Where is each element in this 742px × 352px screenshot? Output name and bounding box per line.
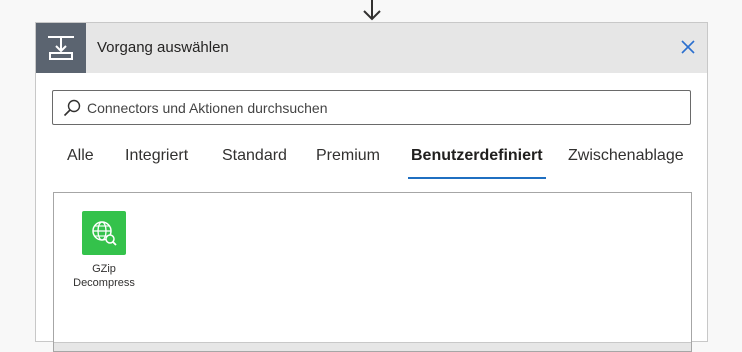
connector-label-line1: GZip [92,263,116,275]
arrow-down-icon [363,0,381,21]
search-icon [63,99,81,117]
tab-premium[interactable]: Premium [316,135,380,179]
connector-list: GZip Decompress [53,192,692,352]
page-title: Vorgang auswählen [97,39,229,56]
connector-tile [82,211,126,255]
search-box[interactable] [52,90,691,125]
operation-icon [36,23,86,73]
search-input[interactable] [87,91,677,124]
choose-operation-card: Vorgang auswählen Alle Integriert Standa… [35,22,708,352]
tab-integriert[interactable]: Integriert [125,135,188,179]
category-tabs: Alle Integriert Standard Premium Benutze… [36,135,707,181]
tab-standard[interactable]: Standard [222,135,287,179]
connector-gzip-decompress[interactable]: GZip Decompress [64,211,144,290]
card-header: Vorgang auswählen [36,23,707,73]
close-icon [681,40,695,54]
tab-zwischenablage[interactable]: Zwischenablage [568,135,684,179]
connector-label: GZip Decompress [64,262,144,290]
tab-benutzerdefiniert[interactable]: Benutzerdefiniert [408,135,546,179]
tab-alle[interactable]: Alle [67,135,94,179]
connector-label-line2: Decompress [73,277,135,289]
download-tray-icon [48,36,74,60]
panel-footer [54,342,691,351]
close-button[interactable] [677,36,699,58]
globe-search-icon [92,221,117,246]
